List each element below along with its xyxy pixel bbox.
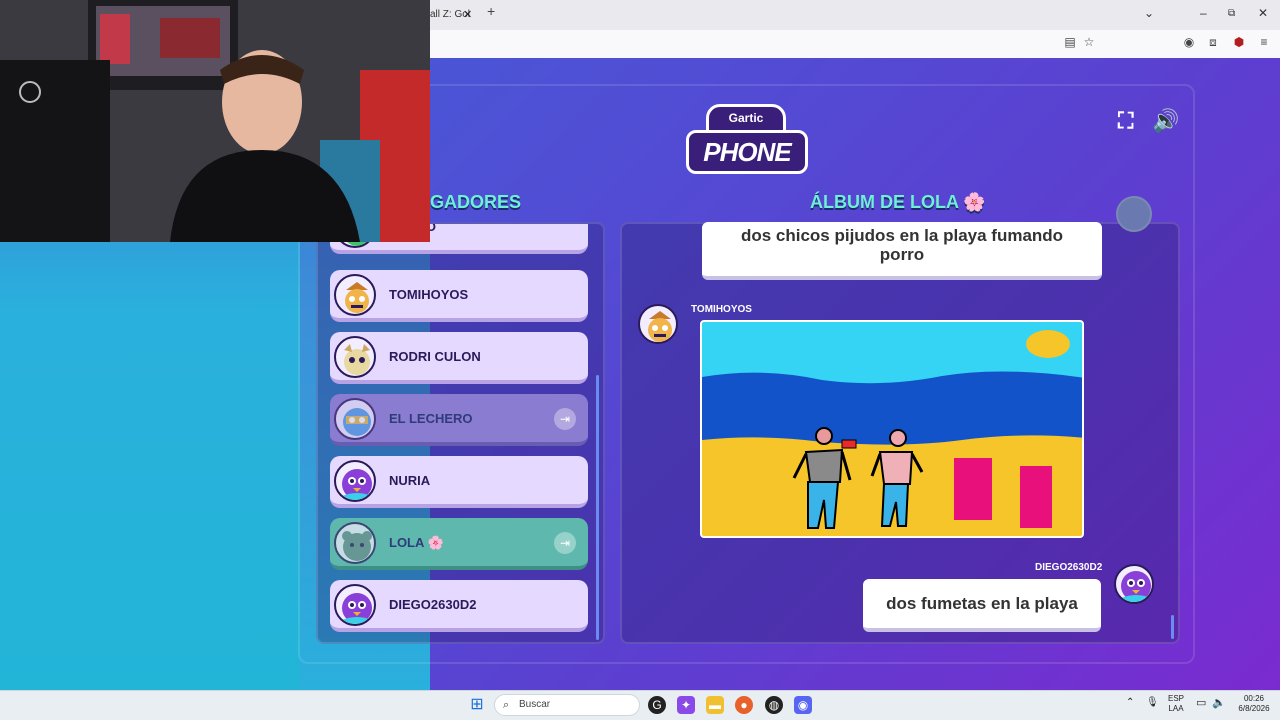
drawing-author-avatar — [638, 304, 678, 344]
player-avatar — [334, 584, 376, 626]
discord-icon[interactable]: ◉ — [794, 696, 812, 714]
disconnected-icon: ⇥ — [554, 408, 576, 430]
search-placeholder: Buscar — [519, 699, 551, 710]
browser-chrome: all Z: Gol ✕ + ⌄ – ⧉ ✕ ▤ ☆ ◉ ⧈ ⬢ ≡ — [430, 0, 1280, 58]
tab-bar: all Z: Gol ✕ + ⌄ – ⧉ ✕ — [430, 0, 1280, 30]
player-name: DIEGO2630D2 — [389, 597, 477, 612]
player-name: EL LECHERO — [389, 411, 473, 426]
clock[interactable]: 00:26 6/8/2026 — [1234, 694, 1274, 714]
file-explorer-icon[interactable]: ▬ — [706, 696, 724, 714]
window-close-icon[interactable]: ✕ — [1258, 6, 1268, 20]
volume-icon[interactable]: 🔈 — [1212, 698, 1226, 709]
shield-extension-icon[interactable]: ⬢ — [1232, 35, 1246, 49]
player-name: NURIA — [389, 473, 431, 488]
minimize-icon[interactable]: – — [1200, 6, 1207, 20]
obs-icon[interactable]: ◍ — [765, 696, 783, 714]
firefox-icon[interactable]: ● — [735, 696, 753, 714]
player-row: LOLA 🌸 ⇥ — [330, 518, 588, 570]
account-icon[interactable]: ◉ — [1182, 35, 1196, 49]
new-tab-button[interactable]: + — [487, 3, 495, 19]
player-name: LOLA 🌸 — [389, 535, 444, 550]
microphone-icon[interactable]: 🎙 — [1146, 698, 1159, 708]
logo-top-text: Gartic — [728, 111, 764, 125]
tray-chevron-icon[interactable]: ⌃ — [1126, 698, 1134, 708]
menu-icon[interactable]: ≡ — [1257, 35, 1271, 49]
speaker-icon[interactable]: 🔊 — [1152, 108, 1179, 134]
taskbar-search[interactable]: ⌕ Buscar — [494, 694, 640, 716]
logo-bottom-text: PHONE — [703, 137, 791, 167]
language-indicator[interactable]: ESP LAA — [1168, 694, 1184, 714]
guess-bubble: dos fumetas en la playa — [863, 579, 1101, 632]
players-scrollbar[interactable] — [596, 375, 599, 640]
player-name: TOMIHOYOS — [389, 287, 469, 302]
player-row: DIEGO2630D2 — [330, 580, 588, 632]
close-tab-icon[interactable]: ✕ — [463, 4, 472, 26]
reader-view-icon[interactable]: ▤ — [1063, 35, 1077, 49]
nav-toolbar — [430, 30, 1280, 58]
tab-list-chevron-icon[interactable]: ⌄ — [1144, 6, 1154, 20]
player-name: RODRI CULON — [389, 349, 481, 364]
player-row: NURIA — [330, 456, 588, 508]
guess-author-avatar — [1114, 564, 1154, 604]
album-scrollbar[interactable] — [1171, 615, 1174, 639]
browser-tab[interactable]: all Z: Gol ✕ — [430, 4, 478, 26]
drawing-author-name: TOMIHOYOS — [691, 304, 752, 315]
player-avatar — [334, 460, 376, 502]
fullscreen-icon[interactable]: ⛶ — [1118, 108, 1133, 134]
taskbar — [0, 690, 1280, 720]
players-panel: REANO TOMIHOYOS RODRI CULON EL LECHERO ⇥… — [316, 222, 605, 644]
gartic-phone-logo: Gartic PHONE — [686, 104, 808, 176]
player-drawing — [700, 320, 1084, 538]
player-row: EL LECHERO ⇥ — [330, 394, 588, 446]
extensions-icon[interactable]: ⧈ — [1206, 35, 1220, 49]
start-icon[interactable]: ⊞ — [468, 696, 486, 714]
disconnected-icon: ⇥ — [554, 532, 576, 554]
previous-author-avatar — [1116, 196, 1152, 232]
webcam-overlay — [0, 0, 430, 242]
search-icon: ⌕ — [503, 699, 510, 711]
player-row: RODRI CULON — [330, 332, 588, 384]
players-heading: GADORES — [430, 192, 522, 212]
player-avatar — [334, 274, 376, 316]
player-avatar — [334, 398, 376, 440]
restore-icon[interactable]: ⧉ — [1228, 8, 1235, 19]
guess-author-name: DIEGO2630D2 — [1035, 562, 1103, 573]
app-icon-g[interactable]: G — [648, 696, 666, 714]
network-icon[interactable]: ▭ — [1196, 698, 1206, 709]
player-avatar — [334, 336, 376, 378]
copilot-icon[interactable]: ✦ — [677, 696, 695, 714]
player-row: TOMIHOYOS — [330, 270, 588, 322]
bookmark-star-icon[interactable]: ☆ — [1082, 35, 1096, 49]
first-phrase-bubble: dos chicos pijudos en la playa fumando p… — [702, 222, 1102, 280]
player-avatar — [334, 522, 376, 564]
album-heading: ÁLBUM DE LOLA 🌸 — [810, 192, 986, 212]
